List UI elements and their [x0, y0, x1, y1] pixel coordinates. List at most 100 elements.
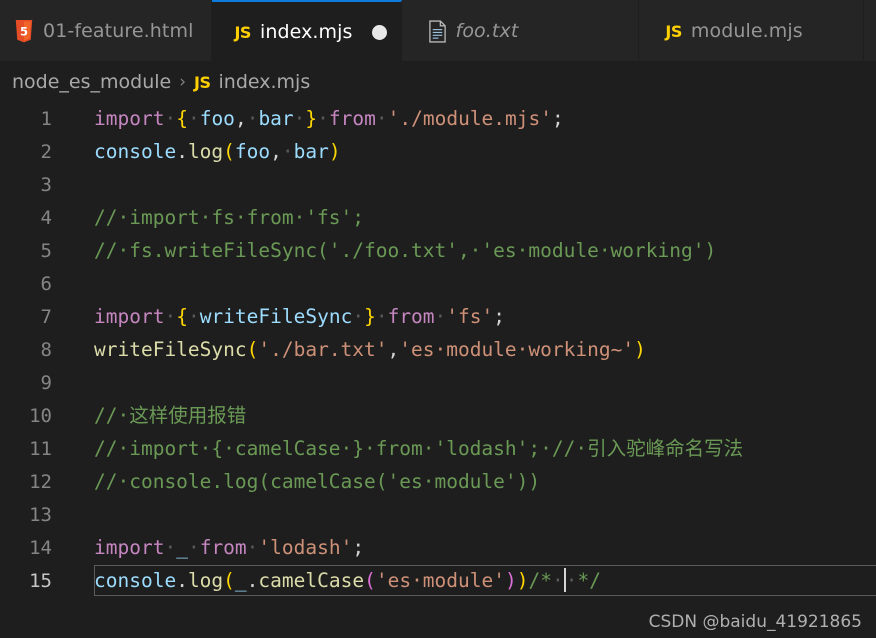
line-number: 14: [29, 536, 52, 559]
code-text[interactable]: //·console.log(camelCase('es·module')): [94, 465, 876, 498]
code-line[interactable]: 12 //·console.log(camelCase('es·module')): [0, 465, 876, 498]
code-line[interactable]: 3: [0, 168, 876, 201]
code-editor[interactable]: 1 import·{·foo,·bar·}·from·'./module.mjs'…: [0, 102, 876, 638]
code-line[interactable]: 5 //·fs.writeFileSync('./foo.txt',·'es·mo…: [0, 234, 876, 267]
tab-list: 5 01-feature.html JS index.mjs foo.txt JS modu…: [0, 0, 864, 62]
code-token: foo: [199, 107, 235, 130]
code-token: //·import·{·camelCase·}·from·'lodash';·/…: [94, 437, 744, 460]
code-token: import: [94, 536, 165, 559]
code-token: log: [187, 569, 224, 592]
code-token: ;: [552, 107, 564, 130]
code-token: ·: [375, 305, 388, 328]
code-token: import: [94, 305, 165, 328]
code-token: ;: [493, 305, 506, 328]
code-token: ·: [246, 536, 259, 559]
code-line-list: 1 import·{·foo,·bar·}·from·'./module.mjs'…: [0, 102, 876, 597]
code-token: log: [187, 140, 224, 163]
line-number: 6: [40, 272, 52, 295]
code-line[interactable]: 1 import·{·foo,·bar·}·from·'./module.mjs'…: [0, 102, 876, 135]
code-token: ): [328, 140, 341, 163]
editor-tab-bar: 5 01-feature.html JS index.mjs foo.txt JS modu…: [0, 0, 876, 62]
code-token: (: [223, 140, 235, 163]
code-text[interactable]: //·import·{·camelCase·}·from·'lodash';·/…: [94, 432, 876, 465]
html5-icon: 5: [14, 19, 34, 43]
code-line[interactable]: 13: [0, 498, 876, 531]
code-token: //·fs.writeFileSync('./foo.txt',·'es·mod…: [94, 239, 717, 262]
code-token: ·: [293, 107, 306, 130]
code-line[interactable]: 15 console.log(_.camelCase('es·module'))/…: [0, 564, 876, 597]
code-token: 'es·module·working~': [399, 338, 635, 361]
code-token: 'fs': [446, 305, 494, 328]
code-text[interactable]: //·fs.writeFileSync('./foo.txt',·'es·mod…: [94, 234, 876, 267]
code-token: import: [94, 107, 165, 130]
code-token: .: [176, 140, 188, 163]
code-token: bar: [258, 107, 294, 130]
code-token: ,: [234, 107, 247, 130]
code-line[interactable]: 4 //·import·fs·from·'fs';: [0, 201, 876, 234]
code-token: ·: [352, 305, 365, 328]
code-token: ·: [375, 107, 388, 130]
code-text[interactable]: //·import·fs·from·'fs';: [94, 201, 876, 234]
code-token: }: [305, 107, 318, 130]
line-number: 9: [40, 371, 52, 394]
code-token: './module.mjs': [387, 107, 553, 130]
code-token: 'lodash': [258, 536, 353, 559]
code-token: writeFileSync: [199, 305, 353, 328]
code-token: ·: [565, 569, 578, 592]
code-text[interactable]: console.log(foo,·bar): [94, 135, 876, 168]
code-token: //·这样使用报错: [94, 404, 247, 427]
tab-module-mjs[interactable]: JS module.mjs: [639, 0, 864, 62]
tab-label: 01-feature.html: [43, 20, 194, 42]
line-number: 13: [29, 503, 52, 526]
code-token: ·: [164, 107, 177, 130]
code-token: ·: [246, 107, 259, 130]
code-token: from: [199, 536, 247, 559]
code-line[interactable]: 8 writeFileSync('./bar.txt','es·module·wo…: [0, 333, 876, 366]
code-token: {: [176, 107, 188, 130]
code-token: from: [328, 107, 376, 130]
code-token: //·import·fs·from·'fs';: [94, 206, 365, 229]
code-line[interactable]: 7 import·{·writeFileSync·}·from·'fs';: [0, 300, 876, 333]
svg-text:5: 5: [20, 24, 28, 38]
code-token: _: [234, 569, 247, 592]
code-token: //·console.log(camelCase('es·module')): [94, 470, 541, 493]
code-text[interactable]: console.log(_.camelCase('es·module'))/*·…: [94, 564, 876, 597]
code-line[interactable]: 10 //·这样使用报错: [0, 399, 876, 432]
watermark: CSDN @baidu_41921865: [648, 612, 862, 632]
code-token: ·: [281, 140, 294, 163]
code-token: .: [246, 569, 259, 592]
code-token: writeFileSync: [94, 338, 247, 361]
code-token: 'es·module': [375, 569, 505, 592]
breadcrumb-folder[interactable]: node_es_module: [12, 71, 171, 93]
code-line[interactable]: 2 console.log(foo,·bar): [0, 135, 876, 168]
line-number: 8: [40, 338, 52, 361]
code-text[interactable]: //·这样使用报错: [94, 399, 876, 432]
code-token: */: [577, 569, 601, 592]
code-line[interactable]: 14 import·_·from·'lodash';: [0, 531, 876, 564]
code-token: ·: [187, 107, 200, 130]
tab-index-mjs[interactable]: JS index.mjs: [212, 0, 402, 62]
tab-01-feature-html[interactable]: 5 01-feature.html: [0, 0, 213, 62]
code-token: }: [364, 305, 376, 328]
code-text[interactable]: import·{·foo,·bar·}·from·'./module.mjs';: [94, 102, 876, 135]
tab-foo-txt[interactable]: foo.txt: [402, 0, 640, 62]
text-file-icon: [428, 19, 447, 43]
code-line[interactable]: 6: [0, 267, 876, 300]
code-token: ;: [352, 536, 365, 559]
code-token: ): [634, 338, 646, 361]
breadcrumb-file[interactable]: index.mjs: [219, 71, 311, 93]
code-token: (: [223, 569, 235, 592]
code-token: ·: [164, 536, 177, 559]
unsaved-changes-dot-icon[interactable]: [371, 24, 387, 40]
code-line[interactable]: 9: [0, 366, 876, 399]
code-token: ·: [164, 305, 177, 328]
js-icon: JS: [665, 21, 682, 41]
code-text[interactable]: import·_·from·'lodash';: [94, 531, 876, 564]
line-number: 12: [29, 470, 52, 493]
code-line[interactable]: 11 //·import·{·camelCase·}·from·'lodash';…: [0, 432, 876, 465]
code-token: ): [516, 569, 529, 592]
code-text[interactable]: writeFileSync('./bar.txt','es·module·wor…: [94, 333, 876, 366]
js-icon: JS: [194, 72, 211, 92]
js-icon: JS: [234, 22, 251, 42]
code-text[interactable]: import·{·writeFileSync·}·from·'fs';: [94, 300, 876, 333]
